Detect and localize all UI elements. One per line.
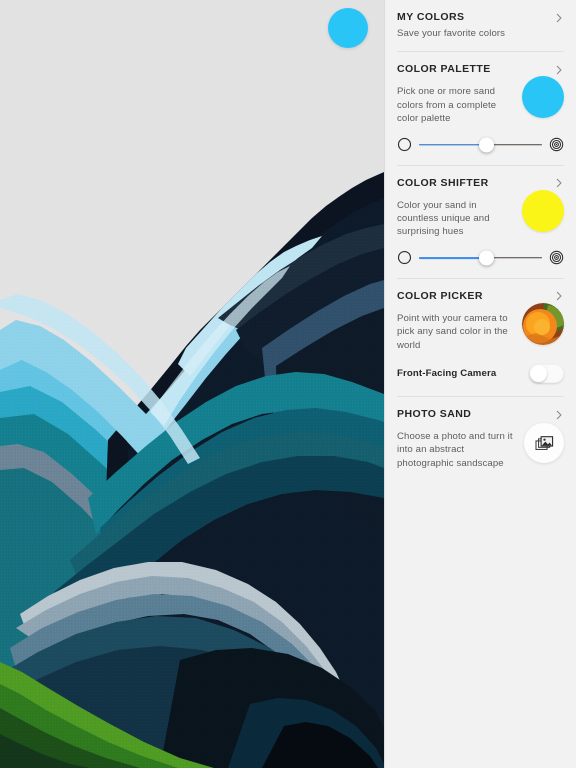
photo-stack-icon	[534, 435, 553, 450]
photo-sand-description: Choose a photo and turn it into an abstr…	[397, 431, 513, 469]
photo-sand-title: PHOTO SAND	[397, 408, 472, 421]
section-color-picker: COLOR PICKER Point with your camera to p…	[397, 277, 564, 396]
app-root: MY COLORS Save your favorite colors COLO…	[0, 0, 576, 768]
color-palette-description: Pick one or more sand colors from a comp…	[397, 86, 497, 125]
color-shifter-slider-thumb[interactable]	[479, 250, 495, 266]
sand-artwork-image	[0, 0, 384, 768]
photo-stack-button[interactable]	[524, 423, 564, 464]
chevron-right-icon[interactable]	[554, 65, 564, 75]
front-facing-camera-toggle[interactable]	[529, 364, 564, 384]
color-shifter-title: COLOR SHIFTER	[397, 176, 489, 189]
toggle-knob	[530, 365, 547, 383]
color-palette-title: COLOR PALETTE	[397, 63, 491, 76]
camera-preview-thumbnail[interactable]	[522, 302, 564, 345]
my-colors-subtitle: Save your favorite colors	[397, 28, 506, 39]
color-shifter-description: Color your sand in countless unique and …	[397, 199, 490, 238]
chevron-right-icon[interactable]	[554, 13, 564, 23]
camera-preview-image	[522, 302, 564, 345]
my-colors-header[interactable]: MY COLORS	[397, 0, 564, 24]
circle-outline-icon[interactable]	[397, 137, 412, 152]
color-picker-title: COLOR PICKER	[397, 289, 483, 302]
front-facing-camera-label: Front-Facing Camera	[397, 368, 497, 380]
my-colors-title: MY COLORS	[397, 11, 465, 23]
color-shifter-slider-row	[397, 239, 564, 278]
color-palette-slider[interactable]	[419, 137, 542, 153]
active-color-swatch[interactable]	[328, 8, 368, 48]
color-palette-header[interactable]: COLOR PALETTE	[397, 52, 564, 76]
color-palette-slider-thumb[interactable]	[479, 137, 495, 153]
bullseye-icon[interactable]	[549, 137, 564, 152]
front-facing-camera-row: Front-Facing Camera	[397, 352, 564, 396]
chevron-right-icon[interactable]	[554, 291, 564, 301]
chevron-right-icon[interactable]	[554, 410, 564, 420]
section-my-colors: MY COLORS Save your favorite colors	[397, 0, 564, 51]
color-picker-header[interactable]: COLOR PICKER	[397, 279, 564, 303]
section-color-palette: COLOR PALETTE Pick one or more sand colo…	[397, 51, 564, 164]
color-shifter-slider[interactable]	[419, 250, 542, 266]
section-color-shifter: COLOR SHIFTER Color your sand in countle…	[397, 164, 564, 278]
color-shifter-swatch[interactable]	[522, 189, 564, 232]
sand-artwork-canvas[interactable]	[0, 0, 384, 768]
settings-panel: MY COLORS Save your favorite colors COLO…	[384, 0, 576, 768]
chevron-right-icon[interactable]	[554, 178, 564, 188]
photo-sand-header[interactable]: PHOTO SAND	[397, 397, 564, 421]
bullseye-icon[interactable]	[549, 250, 564, 265]
section-photo-sand: PHOTO SAND Choose a photo and turn it in…	[397, 396, 564, 482]
circle-outline-icon[interactable]	[397, 250, 412, 265]
color-palette-slider-row	[397, 126, 564, 165]
color-shifter-header[interactable]: COLOR SHIFTER	[397, 166, 564, 190]
color-picker-description: Point with your camera to pick any sand …	[397, 312, 508, 351]
color-palette-swatch[interactable]	[522, 76, 564, 119]
